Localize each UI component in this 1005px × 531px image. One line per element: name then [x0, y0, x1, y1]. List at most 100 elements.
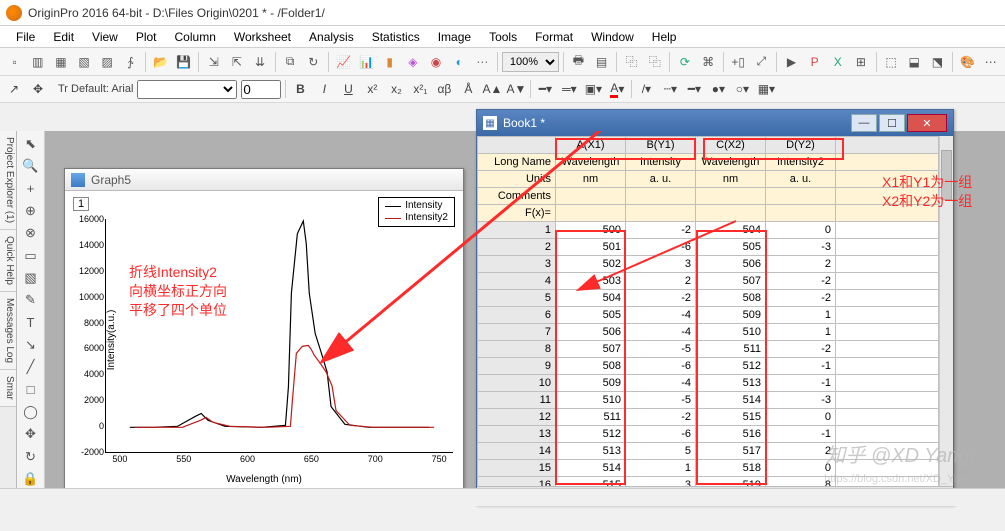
cell[interactable]: -2: [626, 290, 696, 307]
font-family-select[interactable]: [137, 80, 237, 99]
cell[interactable]: 519: [696, 477, 766, 487]
import-single-button[interactable]: ⇱: [226, 51, 247, 73]
plot-3d-button[interactable]: ◈: [402, 51, 423, 73]
cell[interactable]: 518: [696, 460, 766, 477]
cell[interactable]: [836, 256, 939, 273]
cell[interactable]: nm: [696, 171, 766, 188]
cell[interactable]: -1: [766, 375, 836, 392]
cell[interactable]: 3: [626, 477, 696, 487]
open-button[interactable]: 📂: [150, 51, 171, 73]
cell[interactable]: 511: [556, 409, 626, 426]
cell[interactable]: [836, 239, 939, 256]
plot-stats-button[interactable]: ◐: [449, 51, 470, 73]
cell[interactable]: [836, 154, 939, 171]
cell[interactable]: [836, 222, 939, 239]
fill-color-button[interactable]: ▣▾: [583, 79, 603, 99]
zoom-pan-tool[interactable]: ✥: [20, 425, 42, 443]
cell[interactable]: 502: [556, 256, 626, 273]
more-button[interactable]: ⋯: [980, 51, 1001, 73]
cell[interactable]: 514: [556, 460, 626, 477]
cell[interactable]: [626, 188, 696, 205]
cell[interactable]: 517: [696, 443, 766, 460]
import-multi-button[interactable]: ⇊: [249, 51, 270, 73]
cell[interactable]: 508: [696, 290, 766, 307]
cell[interactable]: [556, 188, 626, 205]
corner-cell[interactable]: [478, 137, 556, 154]
cell[interactable]: 508: [556, 358, 626, 375]
menu-edit[interactable]: Edit: [45, 28, 82, 46]
maximize-button[interactable]: ☐: [879, 114, 905, 132]
cell[interactable]: 506: [696, 256, 766, 273]
decfont-button[interactable]: A▼: [506, 79, 526, 99]
cell[interactable]: [696, 188, 766, 205]
digitizer-button[interactable]: ⊞: [850, 51, 871, 73]
cell[interactable]: 510: [556, 392, 626, 409]
cell[interactable]: 515: [696, 409, 766, 426]
worksheet-body[interactable]: A(X1) B(Y1) C(X2) D(Y2) Long NameWavelen…: [477, 136, 939, 486]
rotate-tool[interactable]: ↻: [20, 447, 42, 465]
arrow-tool[interactable]: ↗: [4, 79, 24, 99]
cell[interactable]: nm: [556, 171, 626, 188]
menu-image[interactable]: Image: [430, 28, 479, 46]
cell[interactable]: 513: [696, 375, 766, 392]
cell[interactable]: Intensity: [626, 154, 696, 171]
layer-button[interactable]: ⬚: [880, 51, 901, 73]
cell[interactable]: Wavelength: [696, 154, 766, 171]
sub-button[interactable]: x₂: [386, 79, 406, 99]
graph-window[interactable]: Graph5 1 Intensity Intensity2 Intensity(…: [64, 168, 464, 490]
cell[interactable]: 505: [696, 239, 766, 256]
cell[interactable]: [696, 205, 766, 222]
menu-tools[interactable]: Tools: [481, 28, 525, 46]
col-header-d[interactable]: D(Y2): [766, 137, 836, 154]
add-column-button[interactable]: +▯: [728, 51, 749, 73]
new-graph-button[interactable]: ▧: [73, 51, 94, 73]
marker-size-button[interactable]: ○▾: [732, 79, 752, 99]
cell[interactable]: 5: [626, 443, 696, 460]
cell[interactable]: Intensity2: [766, 154, 836, 171]
cell[interactable]: [836, 273, 939, 290]
cell[interactable]: -5: [626, 341, 696, 358]
font-size-input[interactable]: [241, 80, 281, 99]
rect-tool[interactable]: □: [20, 380, 42, 398]
cell[interactable]: [556, 205, 626, 222]
menu-window[interactable]: Window: [583, 28, 642, 46]
cell[interactable]: 3: [626, 256, 696, 273]
tab-quick-help[interactable]: Quick Help: [0, 230, 16, 292]
import-wizard-button[interactable]: ⇲: [203, 51, 224, 73]
zoom-in-tool[interactable]: 🔍: [20, 157, 42, 175]
row-longname[interactable]: Long Name: [478, 154, 556, 171]
refresh-button[interactable]: ⟳: [674, 51, 695, 73]
graph-titlebar[interactable]: Graph5: [65, 169, 463, 191]
row-header[interactable]: 8: [478, 341, 556, 358]
cell[interactable]: 505: [556, 307, 626, 324]
cell[interactable]: a. u.: [766, 171, 836, 188]
book-titlebar[interactable]: ▦ Book1 * — ☐ ✕: [477, 110, 953, 136]
cell[interactable]: [836, 341, 939, 358]
text-tool[interactable]: T: [20, 314, 42, 332]
cell[interactable]: Wavelength: [556, 154, 626, 171]
cell[interactable]: [836, 290, 939, 307]
cell[interactable]: 500: [556, 222, 626, 239]
menu-worksheet[interactable]: Worksheet: [226, 28, 299, 46]
line-width-button[interactable]: ═▾: [559, 79, 579, 99]
greek-button[interactable]: αβ: [434, 79, 454, 99]
slideshow-button[interactable]: ▶: [781, 51, 802, 73]
plot-setup-button[interactable]: 📈: [333, 51, 354, 73]
merge-button[interactable]: ⬔: [927, 51, 948, 73]
menu-plot[interactable]: Plot: [128, 28, 165, 46]
cell[interactable]: 514: [696, 392, 766, 409]
tab-smart-hint[interactable]: Smar: [0, 370, 16, 407]
extract-button[interactable]: ⬓: [904, 51, 925, 73]
cursor-tool[interactable]: ⊗: [20, 224, 42, 242]
row-header[interactable]: 9: [478, 358, 556, 375]
cell[interactable]: -1: [766, 358, 836, 375]
cell[interactable]: -2: [766, 273, 836, 290]
cell[interactable]: a. u.: [626, 171, 696, 188]
cell[interactable]: 503: [556, 273, 626, 290]
marker-button[interactable]: ●▾: [708, 79, 728, 99]
row-header[interactable]: 10: [478, 375, 556, 392]
data-reader-tool[interactable]: ⊕: [20, 202, 42, 220]
cell[interactable]: 504: [556, 290, 626, 307]
selection-tool[interactable]: ▭: [20, 247, 42, 265]
cell[interactable]: [836, 409, 939, 426]
